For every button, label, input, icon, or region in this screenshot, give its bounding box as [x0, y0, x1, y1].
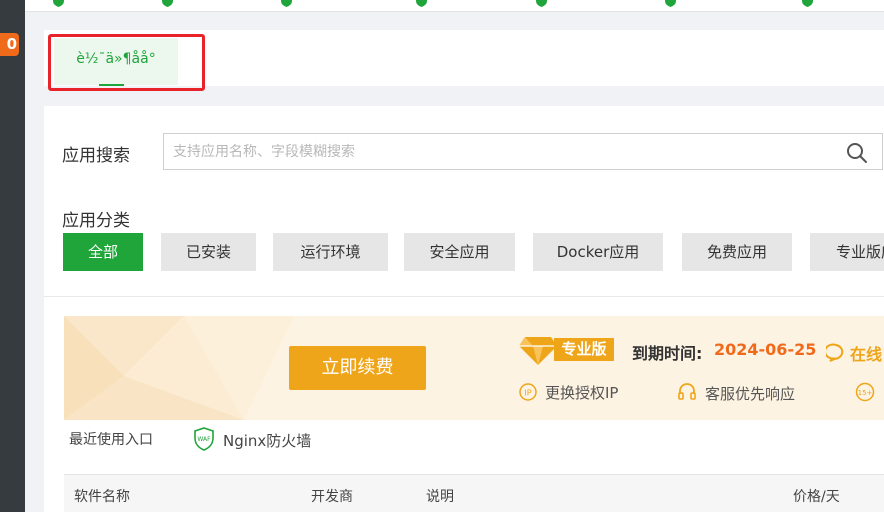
shield-icon [281, 0, 292, 7]
diamond-icon [519, 337, 557, 365]
search-box [163, 133, 883, 170]
expire-label: 到期时间: [632, 344, 703, 363]
column-price-per-day[interactable]: 价格/天 [793, 486, 840, 506]
category-docker[interactable]: Docker应用 [533, 233, 663, 271]
pro-banner [64, 316, 884, 420]
section-divider [44, 296, 884, 297]
shield-icon [416, 0, 427, 7]
perk-third: 15+ 1 [855, 382, 884, 403]
category-installed[interactable]: 已安装 [161, 233, 256, 271]
shield-icon [53, 0, 64, 7]
category-free[interactable]: 免费应用 [682, 233, 792, 271]
banner-polygon-decoration [64, 316, 294, 420]
category-all[interactable]: 全部 [63, 233, 143, 271]
category-pro[interactable]: 专业版应 [810, 233, 884, 271]
category-label: 应用分类 [62, 211, 130, 231]
shield-icon [665, 0, 676, 7]
sidebar-badge[interactable]: 0 [0, 33, 19, 56]
chat-bubble-icon [824, 343, 844, 362]
shield-icon [536, 0, 547, 7]
svg-text:IP: IP [524, 389, 531, 398]
recent-entry-nginx-label: Nginx防火墙 [223, 432, 312, 450]
sidebar: 0 [0, 0, 25, 512]
ip-icon: IP [519, 383, 537, 401]
column-developer[interactable]: 开发商 [311, 486, 353, 506]
renew-button[interactable]: 立即续费 [289, 346, 426, 390]
online-support-label: 在线 [850, 345, 883, 364]
search-label: 应用搜索 [62, 146, 130, 166]
perk-priority-support-label: 客服优先响应 [705, 385, 796, 403]
expire-date: 2024-06-25 [714, 340, 817, 359]
column-description[interactable]: 说明 [426, 486, 454, 506]
category-security[interactable]: 安全应用 [404, 233, 515, 271]
tab-highlight-outline [48, 34, 205, 91]
perk-priority-support: 客服优先响应 [677, 382, 795, 404]
category-runtime[interactable]: 运行环境 [273, 233, 388, 271]
recent-entries-label: 最近使用入口 [69, 432, 153, 448]
svg-text:WAF: WAF [197, 436, 211, 443]
perk-change-ip: IP 更换授权IP [519, 382, 618, 403]
svg-text:15+: 15+ [858, 389, 873, 397]
search-input[interactable] [164, 134, 824, 169]
waf-shield-icon: WAF [194, 427, 214, 451]
shield-icon [162, 0, 173, 7]
perk-badge-icon: 15+ [855, 382, 875, 402]
recent-entry-nginx[interactable]: WAF Nginx防火墙 [193, 427, 311, 451]
top-toolbar-strip [25, 0, 884, 12]
search-icon[interactable] [846, 142, 868, 164]
shield-icon [802, 0, 813, 7]
software-table-header [64, 474, 884, 512]
perk-change-ip-label: 更换授权IP [545, 384, 619, 402]
online-support[interactable]: 在线 [824, 341, 883, 365]
pro-version-tag: 专业版 [554, 338, 614, 361]
headset-icon [678, 383, 696, 400]
column-software-name[interactable]: 软件名称 [74, 486, 130, 506]
